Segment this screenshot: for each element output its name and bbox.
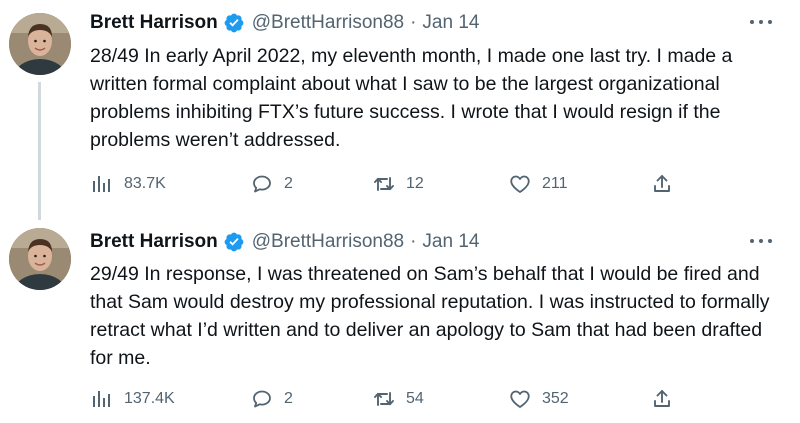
tweet[interactable]: Brett Harrison @BrettHarrison88 · Jan 14… [0,212,800,423]
avatar[interactable] [9,228,71,290]
heart-icon [508,387,532,411]
author-handle[interactable]: @BrettHarrison88 [252,12,404,34]
tweet-text: 29/49 In response, I was threatened on S… [90,263,770,369]
share-button[interactable] [650,383,674,415]
reply-button[interactable]: 2 [250,383,293,415]
verified-badge-icon [223,231,245,253]
like-count: 352 [542,390,569,407]
tweet-date[interactable]: Jan 14 [422,12,479,34]
retweet-button[interactable]: 54 [372,383,424,415]
like-count: 211 [542,175,568,192]
retweet-icon [372,387,396,411]
more-horizontal-icon[interactable] [750,237,772,245]
verified-badge-icon [223,12,245,34]
author-handle[interactable]: @BrettHarrison88 [252,231,404,253]
views-button[interactable]: 137.4K [90,383,175,415]
like-button[interactable]: 352 [508,383,569,415]
avatar-image [9,228,71,290]
views-button[interactable]: 83.7K [90,168,166,200]
reply-count: 2 [284,175,293,192]
reply-count: 2 [284,390,293,407]
share-button[interactable] [650,168,674,200]
tweet-header: Brett Harrison @BrettHarrison88 · Jan 14 [90,229,479,255]
tweet[interactable]: Brett Harrison @BrettHarrison88 · Jan 14… [0,0,800,220]
more-horizontal-icon[interactable] [750,18,772,26]
author-name[interactable]: Brett Harrison [90,231,218,253]
retweet-icon [372,172,396,196]
retweet-count: 54 [406,390,424,407]
avatar-image [9,13,71,75]
thread-connector-line [38,82,41,220]
tweet-actions: 83.7K 2 12 211 [90,168,690,200]
avatar[interactable] [9,13,71,75]
views-count: 83.7K [124,175,166,192]
reply-icon [250,387,274,411]
header-separator: · [410,231,417,252]
header-separator: · [410,12,417,33]
reply-icon [250,172,274,196]
tweet-header: Brett Harrison @BrettHarrison88 · Jan 14 [90,10,479,36]
share-icon [650,387,674,411]
share-icon [650,172,674,196]
heart-icon [508,172,532,196]
tweet-date[interactable]: Jan 14 [422,231,479,253]
retweet-button[interactable]: 12 [372,168,424,200]
retweet-count: 12 [406,175,424,192]
tweet-actions: 137.4K 2 54 352 [90,383,690,415]
like-button[interactable]: 211 [508,168,568,200]
reply-button[interactable]: 2 [250,168,293,200]
views-count: 137.4K [124,390,175,407]
analytics-icon [90,172,114,196]
author-name[interactable]: Brett Harrison [90,12,218,34]
tweet-text: 28/49 In early April 2022, my eleventh m… [90,45,733,151]
analytics-icon [90,387,114,411]
